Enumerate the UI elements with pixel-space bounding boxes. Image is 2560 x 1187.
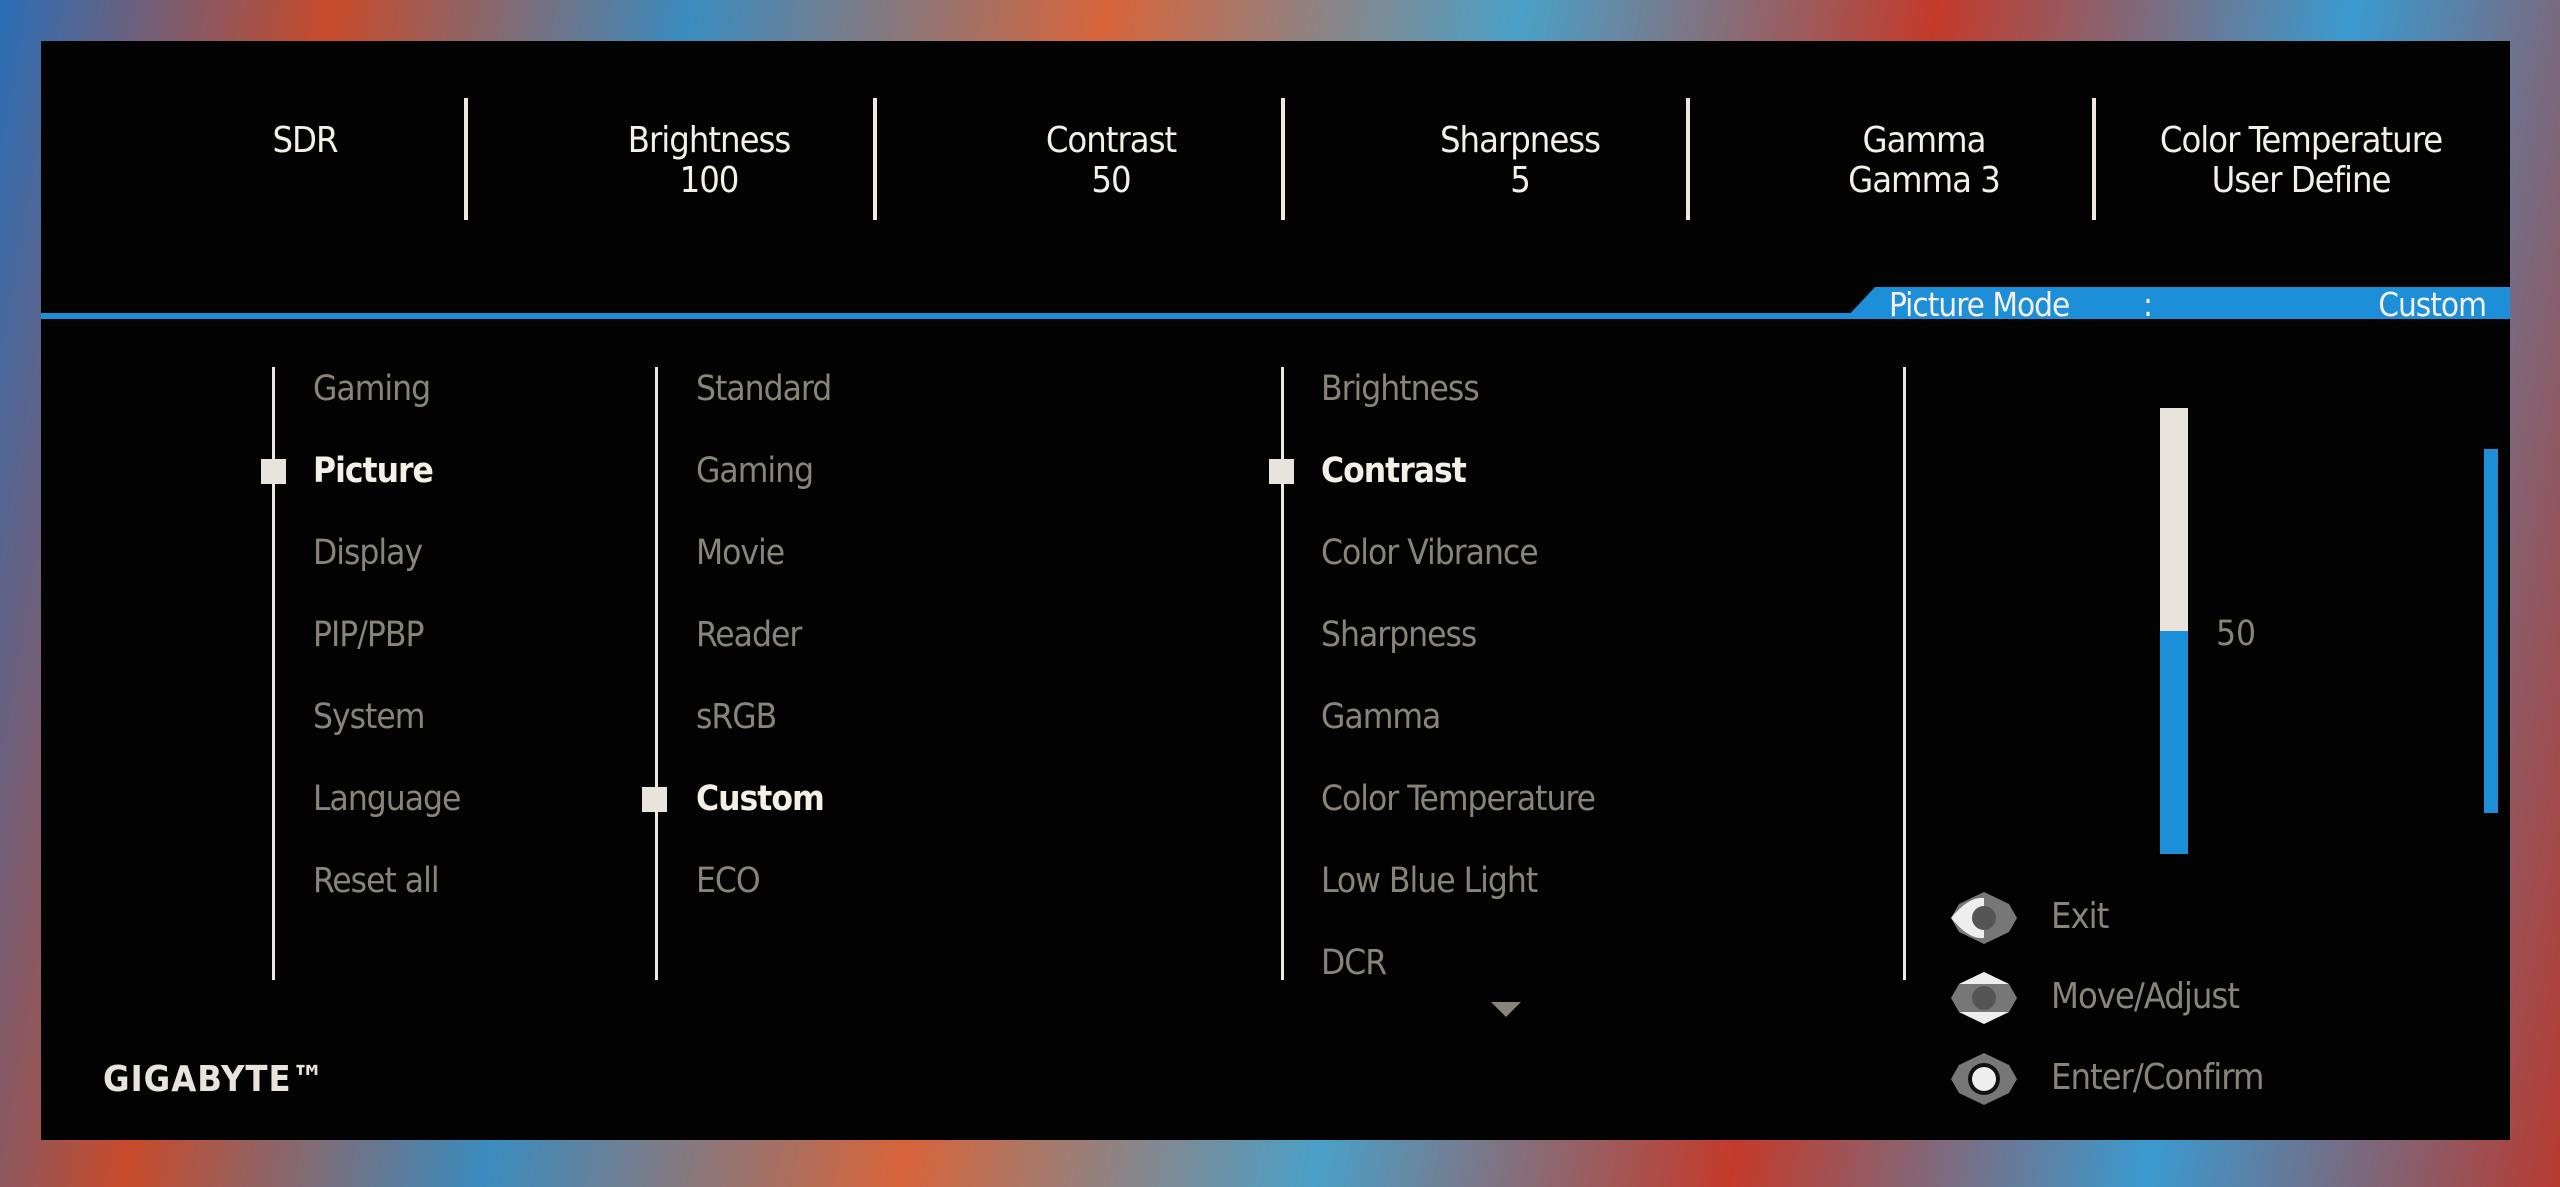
header-value: 50 [1091, 160, 1131, 201]
header-label: Contrast [1045, 120, 1177, 161]
header-divider [1686, 98, 1690, 220]
selection-marker-icon [642, 787, 667, 812]
picture_modes-item[interactable]: Gaming [696, 451, 814, 491]
picture_modes-item[interactable]: Reader [696, 615, 802, 655]
scrollbar[interactable] [2484, 449, 2498, 813]
header-label: Brightness [627, 120, 792, 161]
header-gamma: Gamma Gamma 3 [1734, 121, 2114, 201]
settings-item[interactable]: Sharpness [1321, 615, 1477, 655]
selection-marker-icon [1269, 459, 1294, 484]
picture-mode-label: Picture Mode [1889, 285, 2070, 324]
column-divider [1903, 367, 1906, 980]
settings-item[interactable]: Color Temperature [1321, 779, 1596, 819]
header-label: SDR [272, 120, 338, 161]
picture_modes-item[interactable]: Custom [696, 779, 825, 819]
settings-item[interactable]: Gamma [1321, 697, 1441, 737]
header-value: Gamma 3 [1848, 160, 2001, 201]
header-color-temperature: Color Temperature User Define [2111, 121, 2491, 201]
picture-mode-sep: : [2143, 285, 2154, 324]
selection-marker-icon [261, 459, 286, 484]
slider-value: 50 [2216, 614, 2257, 654]
picture-mode-tab: Picture Mode : Custom [1845, 287, 2510, 319]
header-divider [2092, 98, 2096, 220]
header-label: Sharpness [1439, 120, 1601, 161]
legend-enter-confirm: Enter/Confirm [2051, 1057, 2264, 1098]
settings-item[interactable]: Color Vibrance [1321, 533, 1539, 573]
menu-item[interactable]: Language [313, 779, 461, 819]
picture_modes-item[interactable]: ECO [696, 861, 761, 901]
header-divider [873, 98, 877, 220]
header-value: User Define [2211, 160, 2392, 201]
settings-item[interactable]: Contrast [1321, 451, 1467, 491]
settings-item[interactable]: Low Blue Light [1321, 861, 1538, 901]
settings-item[interactable]: DCR [1321, 943, 1387, 983]
picture-mode-value: Custom [2378, 285, 2487, 324]
legend-move-adjust: Move/Adjust [2051, 976, 2240, 1017]
header-label: Color Temperature [2159, 120, 2443, 161]
picture_modes-item[interactable]: sRGB [696, 697, 777, 737]
header-label: Gamma [1862, 120, 1987, 161]
header-sharpness: Sharpness 5 [1330, 121, 1710, 201]
header-contrast: Contrast 50 [921, 121, 1301, 201]
picture_modes-item[interactable]: Standard [696, 369, 832, 409]
settings-item[interactable]: Brightness [1321, 369, 1480, 409]
menu-item[interactable]: System [313, 697, 425, 737]
column-divider [655, 367, 658, 980]
header-sdr: SDR [115, 121, 495, 161]
osd-panel: SDR Brightness 100 Contrast 50 Sharpness 5 … [41, 41, 2510, 1140]
contrast-slider[interactable] [2160, 408, 2188, 854]
header-divider [464, 98, 468, 220]
menu-item[interactable]: Display [313, 533, 423, 573]
header-brightness: Brightness 100 [519, 121, 899, 201]
picture_modes-item[interactable]: Movie [696, 533, 785, 573]
joystick-exit-icon [1951, 892, 2017, 944]
legend-exit: Exit [2051, 896, 2109, 937]
header-value: 5 [1510, 160, 1531, 201]
header-value: 100 [679, 160, 740, 201]
slider-fill [2160, 631, 2188, 854]
menu-item[interactable]: Picture [313, 451, 434, 491]
joystick-move-icon [1951, 972, 2017, 1024]
gigabyte-logo: GIGABYTE™ [103, 1059, 326, 1100]
menu-item[interactable]: Reset all [313, 861, 440, 901]
header-divider [1281, 98, 1285, 220]
menu-item[interactable]: Gaming [313, 369, 431, 409]
joystick-enter-icon [1951, 1053, 2017, 1105]
menu-item[interactable]: PIP/PBP [313, 615, 424, 655]
scroll-down-arrow-icon[interactable] [1491, 1002, 1521, 1017]
